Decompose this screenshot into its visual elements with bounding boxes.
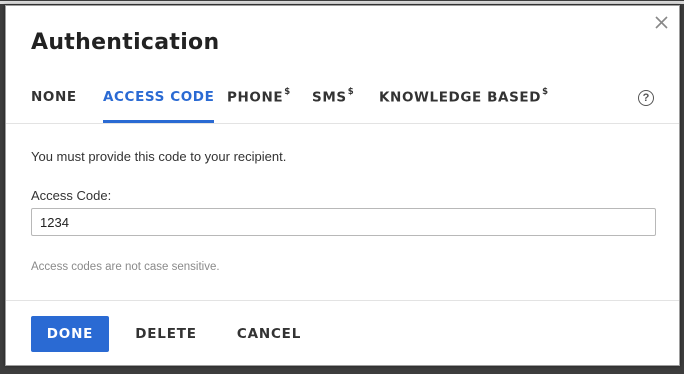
help-icon[interactable]: ? xyxy=(638,90,654,106)
tab-label: NONE xyxy=(31,89,77,105)
auth-tabs: NONE ACCESS CODE PHONE$ SMS$ KNOWLEDGE B… xyxy=(6,78,679,124)
done-button[interactable]: DONE xyxy=(31,316,109,352)
tab-access-code[interactable]: ACCESS CODE xyxy=(103,78,215,123)
dialog-footer: DONE DELETE CANCEL xyxy=(6,300,679,366)
dialog-title: Authentication xyxy=(31,30,220,55)
cancel-button[interactable]: CANCEL xyxy=(234,316,304,352)
close-button[interactable] xyxy=(653,14,669,30)
tab-price-marker: $ xyxy=(347,87,355,97)
access-code-input[interactable] xyxy=(31,208,656,236)
instruction-text: You must provide this code to your recip… xyxy=(31,149,287,164)
tab-price-marker: $ xyxy=(542,87,549,97)
tab-none[interactable]: NONE xyxy=(31,78,77,123)
tab-label: ACCESS CODE xyxy=(103,89,215,105)
access-code-label: Access Code: xyxy=(31,188,112,203)
tab-label: PHONE xyxy=(227,89,284,106)
backdrop-edge xyxy=(0,1,684,4)
tab-sms[interactable]: SMS$ xyxy=(312,78,354,123)
tab-price-marker: $ xyxy=(284,87,291,97)
tab-label: KNOWLEDGE BASED xyxy=(379,89,542,106)
delete-button[interactable]: DELETE xyxy=(131,316,201,352)
tab-knowledge-based[interactable]: KNOWLEDGE BASED$ xyxy=(379,78,549,123)
tab-label: SMS xyxy=(312,89,347,106)
tab-phone[interactable]: PHONE$ xyxy=(227,78,291,123)
case-sensitivity-hint: Access codes are not case sensitive. xyxy=(31,261,220,273)
authentication-dialog: Authentication NONE ACCESS CODE PHONE$ S… xyxy=(5,5,680,366)
close-icon xyxy=(654,15,668,29)
